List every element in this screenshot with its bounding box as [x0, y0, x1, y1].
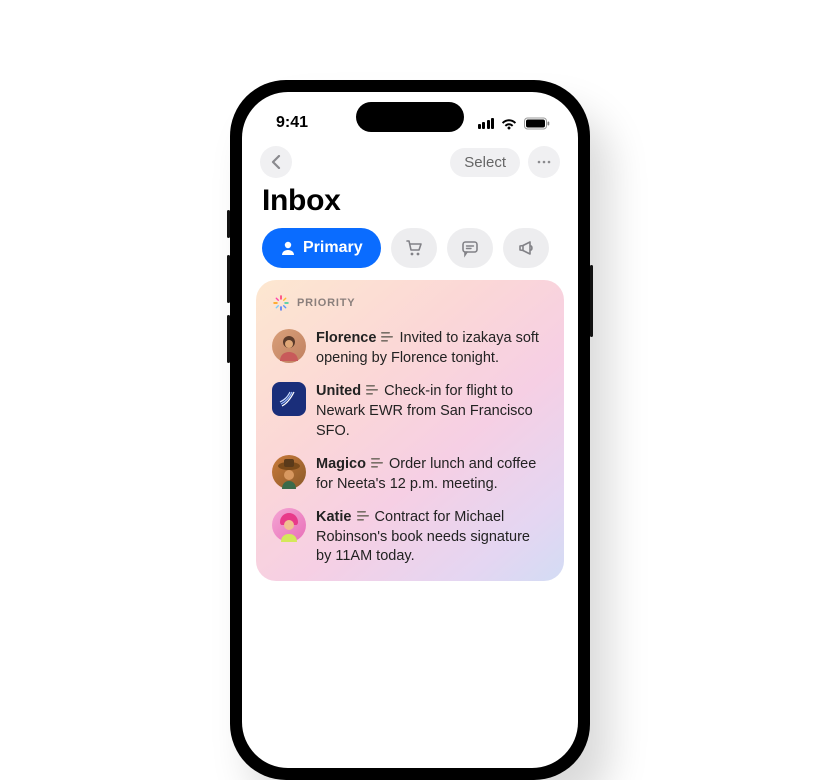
page-title: Inbox [242, 182, 578, 228]
power-button [590, 265, 593, 337]
cellular-signal-icon [478, 118, 495, 129]
priority-message[interactable]: Florence Invited to izakaya soft opening… [270, 322, 550, 375]
message-body: United Check-in for flight to Newark EWR… [316, 382, 548, 440]
priority-message[interactable]: United Check-in for flight to Newark EWR… [270, 375, 550, 447]
avatar [272, 508, 306, 542]
avatar [272, 329, 306, 363]
message-body: Katie Contract for Michael Robinson's bo… [316, 508, 548, 566]
priority-section: PRIORITY Florence Invited to izakaya sof… [256, 280, 564, 581]
battery-icon [524, 117, 550, 130]
megaphone-icon [516, 238, 536, 258]
message-sender: Florence [316, 330, 376, 346]
apple-intelligence-icon [272, 294, 290, 312]
summary-icon [381, 330, 394, 349]
chat-icon [460, 238, 480, 258]
message-body: Magico Order lunch and coffee for Neeta'… [316, 455, 548, 494]
ellipsis-icon [537, 160, 551, 164]
back-button[interactable] [260, 146, 292, 178]
category-tabs: Primary [242, 228, 578, 280]
more-button[interactable] [528, 146, 560, 178]
priority-message[interactable]: Katie Contract for Michael Robinson's bo… [270, 501, 550, 573]
priority-message[interactable]: Magico Order lunch and coffee for Neeta'… [270, 448, 550, 501]
side-button [227, 210, 230, 238]
status-time: 9:41 [276, 114, 308, 132]
select-button[interactable]: Select [450, 148, 520, 177]
person-icon [280, 240, 296, 256]
message-sender: United [316, 383, 361, 399]
status-indicators [478, 117, 551, 130]
tab-shopping[interactable] [391, 228, 437, 268]
message-sender: Katie [316, 509, 351, 525]
nav-bar: Select [242, 140, 578, 182]
priority-header: PRIORITY [270, 294, 550, 312]
summary-icon [366, 383, 379, 402]
dynamic-island [356, 102, 464, 132]
tab-promotions[interactable] [503, 228, 549, 268]
priority-label: PRIORITY [297, 297, 355, 309]
tab-updates[interactable] [447, 228, 493, 268]
tab-primary-label: Primary [303, 239, 363, 257]
tab-primary[interactable]: Primary [262, 228, 381, 268]
wifi-icon [500, 117, 518, 130]
volume-down-button [227, 315, 230, 363]
message-body: Florence Invited to izakaya soft opening… [316, 329, 548, 368]
summary-icon [357, 509, 370, 528]
summary-icon [371, 456, 384, 475]
iphone-frame: 9:41 Select [230, 80, 590, 780]
message-sender: Magico [316, 456, 366, 472]
cart-icon [404, 238, 424, 258]
avatar [272, 455, 306, 489]
screen: 9:41 Select [242, 92, 578, 768]
chevron-left-icon [271, 155, 281, 169]
volume-up-button [227, 255, 230, 303]
avatar [272, 382, 306, 416]
